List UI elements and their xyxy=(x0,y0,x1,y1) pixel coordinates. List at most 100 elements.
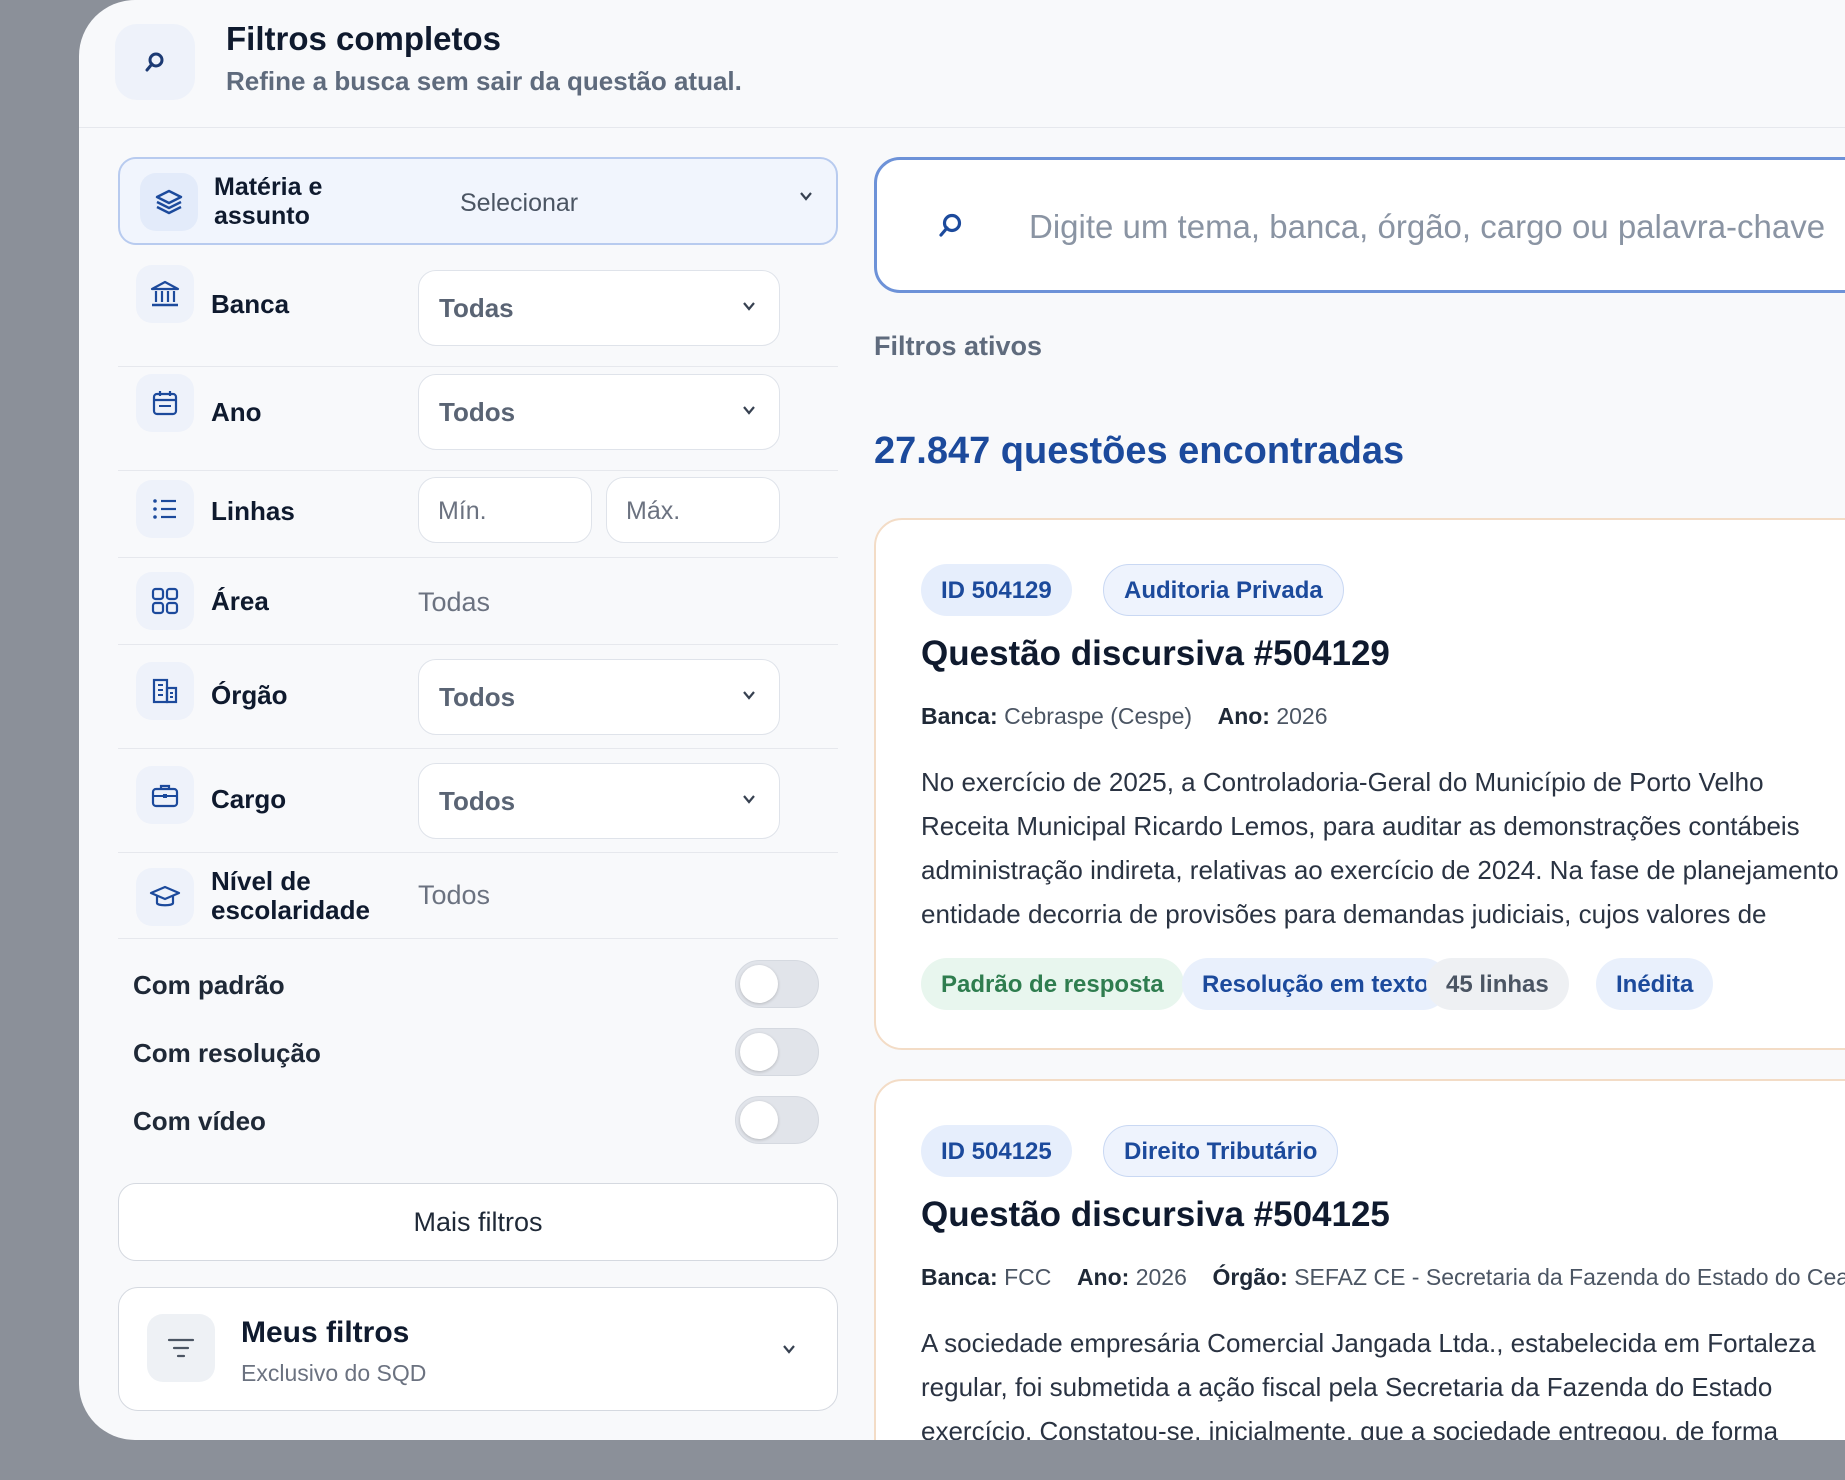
nivel-value: Todos xyxy=(418,880,491,910)
panel-subtitle: Refine a busca sem sair da questão atual… xyxy=(226,66,742,96)
tag-inedita: Inédita xyxy=(1596,958,1714,1010)
tag-padrao-resposta: Padrão de resposta xyxy=(921,958,1184,1010)
question-id-badge: ID 504129 xyxy=(921,564,1072,616)
meta-label: Banca: xyxy=(921,703,998,729)
cargo-select[interactable]: Todos xyxy=(418,763,780,839)
meta-label: Ano: xyxy=(1076,1264,1130,1290)
chevron-down-icon xyxy=(741,688,757,706)
chevron-down-icon xyxy=(741,299,757,317)
tag-resolucao-texto: Resolução em texto xyxy=(1182,958,1449,1010)
chevron-down-icon xyxy=(781,1342,797,1360)
chevron-down-icon xyxy=(798,189,814,207)
question-card[interactable]: ID 504125 Direito Tributário Questão dis… xyxy=(874,1079,1845,1440)
nivel-label: Nível de escolaridade xyxy=(211,866,370,925)
area-value: Todas xyxy=(418,587,491,617)
com-video-toggle[interactable] xyxy=(735,1096,819,1144)
excerpt-line: No exercício de 2025, a Controladoria-Ge… xyxy=(921,767,1764,797)
building-icon xyxy=(136,662,194,720)
briefcase-icon xyxy=(136,766,194,824)
filter-row-banca: Banca Todas xyxy=(118,265,838,367)
list-icon xyxy=(136,480,194,538)
cargo-value: Todos xyxy=(439,786,516,816)
toggle-knob xyxy=(740,1101,778,1139)
cargo-label: Cargo xyxy=(211,784,287,814)
filter-row-cargo: Cargo Todos xyxy=(118,749,838,853)
meus-filtros-title: Meus filtros xyxy=(241,1316,410,1349)
meta-value: 2026 xyxy=(1135,1264,1187,1290)
meus-filtros-dropdown[interactable]: Meus filtros Exclusivo do SQD xyxy=(118,1287,838,1411)
com-resolucao-toggle[interactable] xyxy=(735,1028,819,1076)
bank-icon xyxy=(136,265,194,323)
excerpt-line: Receita Municipal Ricardo Lemos, para au… xyxy=(921,811,1800,841)
question-title[interactable]: Questão discursiva #504125 xyxy=(921,1195,1390,1235)
chevron-down-icon xyxy=(741,403,757,421)
subject-badge[interactable]: Auditoria Privada xyxy=(1103,564,1344,616)
question-excerpt: A sociedade empresária Comercial Jangada… xyxy=(921,1321,1845,1440)
toggle-row-com-video: Com vídeo xyxy=(133,1096,833,1146)
search-icon xyxy=(115,24,195,100)
meta-value: SEFAZ CE - Secretaria da Fazenda do Esta… xyxy=(1294,1264,1845,1290)
banca-label: Banca xyxy=(211,289,290,319)
linhas-min-input[interactable]: Mín. xyxy=(418,477,592,543)
toggle-row-com-resolucao: Com resolução xyxy=(133,1028,833,1078)
toggle-row-com-padrao: Com padrão xyxy=(133,960,833,1010)
orgao-label: Órgão xyxy=(211,680,288,710)
banca-value: Todas xyxy=(439,293,514,323)
panel-header: Filtros completos Refine a busca sem sai… xyxy=(79,0,1845,128)
layers-icon xyxy=(140,173,198,231)
toggle-knob xyxy=(740,965,778,1003)
linhas-max-input[interactable]: Máx. xyxy=(606,477,780,543)
grid-icon xyxy=(136,572,194,630)
search-input[interactable]: Digite um tema, banca, órgão, cargo ou p… xyxy=(874,157,1845,293)
question-meta: Banca: Cebraspe (Cespe) Ano: 2026 xyxy=(921,703,1328,730)
toggle-label: Com padrão xyxy=(133,970,285,1000)
subject-badge[interactable]: Direito Tributário xyxy=(1103,1125,1339,1177)
panel-title: Filtros completos xyxy=(226,20,502,57)
excerpt-line: entidade decorria de provisões para dema… xyxy=(921,899,1767,929)
materia-assunto-select[interactable]: Matéria e assunto Selecionar xyxy=(118,157,838,245)
question-title[interactable]: Questão discursiva #504129 xyxy=(921,634,1390,674)
meta-value: 2026 xyxy=(1276,703,1328,729)
toggle-label: Com vídeo xyxy=(133,1106,266,1136)
excerpt-line: A sociedade empresária Comercial Jangada… xyxy=(921,1328,1816,1358)
question-card[interactable]: ID 504129 Auditoria Privada Questão disc… xyxy=(874,518,1845,1050)
meta-value: Cebraspe (Cespe) xyxy=(1004,703,1193,729)
graduation-cap-icon xyxy=(136,868,194,926)
excerpt-line: exercício. Constatou-se, inicialmente, q… xyxy=(921,1416,1779,1440)
question-meta: Banca: FCC Ano: 2026 Órgão: SEFAZ CE - S… xyxy=(921,1264,1845,1291)
search-icon xyxy=(937,212,965,245)
ano-select[interactable]: Todos xyxy=(418,374,780,450)
com-padrao-toggle[interactable] xyxy=(735,960,819,1008)
excerpt-line: administração indireta, relativas ao exe… xyxy=(921,855,1839,885)
search-placeholder: Digite um tema, banca, órgão, cargo ou p… xyxy=(1029,208,1826,245)
materia-value: Selecionar xyxy=(460,189,579,217)
meta-label: Ano: xyxy=(1217,703,1270,729)
ano-label: Ano xyxy=(211,397,262,427)
filter-row-nivel[interactable]: Nível de escolaridade Todos xyxy=(118,853,838,939)
meta-label: Banca: xyxy=(921,1264,998,1290)
toggle-label: Com resolução xyxy=(133,1038,321,1068)
orgao-value: Todos xyxy=(439,682,516,712)
calendar-icon xyxy=(136,374,194,432)
filter-icon xyxy=(147,1314,215,1382)
excerpt-line: regular, foi submetida a ação fiscal pel… xyxy=(921,1372,1773,1402)
filter-row-area[interactable]: Área Todas xyxy=(118,558,838,645)
filters-panel: Filtros completos Refine a busca sem sai… xyxy=(79,0,1845,1440)
orgao-select[interactable]: Todos xyxy=(418,659,780,735)
area-label: Área xyxy=(211,586,269,616)
toggle-knob xyxy=(740,1033,778,1071)
banca-select[interactable]: Todas xyxy=(418,270,780,346)
linhas-label: Linhas xyxy=(211,496,295,526)
meus-filtros-subtitle: Exclusivo do SQD xyxy=(241,1360,427,1386)
filter-row-ano: Ano Todos xyxy=(118,367,838,471)
question-id-badge: ID 504125 xyxy=(921,1125,1072,1177)
meta-label: Órgão: xyxy=(1212,1264,1288,1290)
question-excerpt: No exercício de 2025, a Controladoria-Ge… xyxy=(921,760,1845,936)
result-count: 27.847 questões encontradas xyxy=(874,430,1405,472)
ano-value: Todos xyxy=(439,397,516,427)
chevron-down-icon xyxy=(741,792,757,810)
filter-row-orgao: Órgão Todos xyxy=(118,645,838,749)
mais-filtros-button[interactable]: Mais filtros xyxy=(118,1183,838,1261)
filter-row-linhas: Linhas Mín. Máx. xyxy=(118,471,838,558)
filtros-ativos-heading: Filtros ativos xyxy=(874,331,1043,361)
